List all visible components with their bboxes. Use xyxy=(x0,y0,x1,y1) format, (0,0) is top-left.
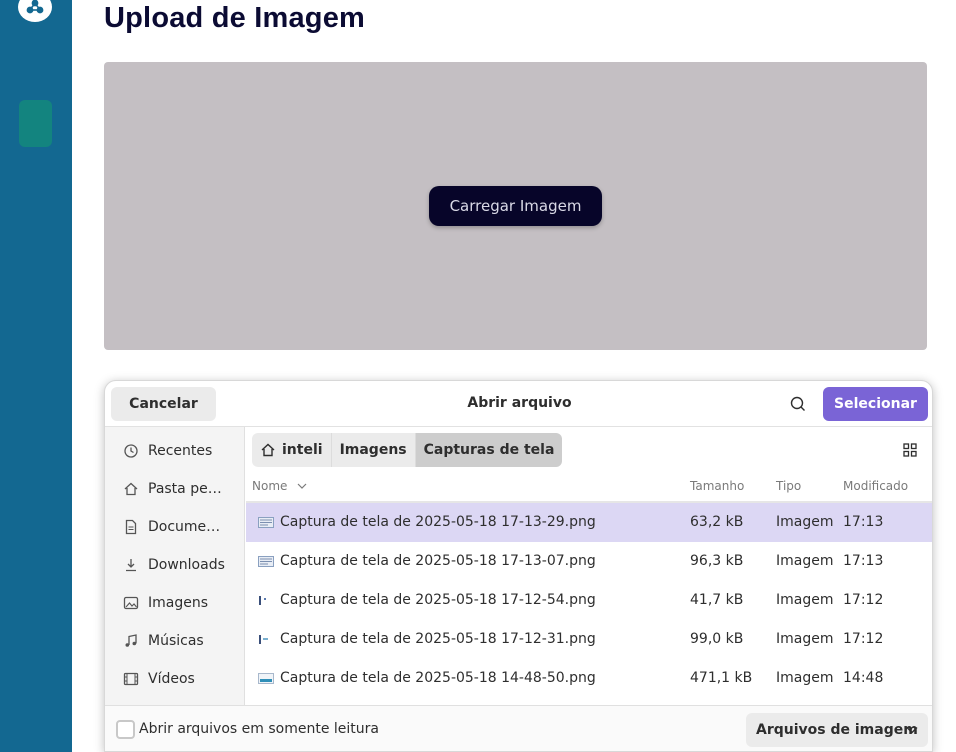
file-row[interactable]: Captura de tela de 2025-05-18 17-12-54.p… xyxy=(246,581,932,620)
place-musicas[interactable]: Músicas xyxy=(105,623,245,659)
column-header-size[interactable]: Tamanho xyxy=(690,479,744,493)
sidebar-nav-item[interactable] xyxy=(19,100,52,147)
file-name: Captura de tela de 2025-05-18 17-13-07.p… xyxy=(280,553,596,569)
column-header-modified[interactable]: Modificado xyxy=(843,479,908,493)
file-type: Imagem xyxy=(776,670,834,686)
file-name: Captura de tela de 2025-05-18 17-12-54.p… xyxy=(280,592,596,608)
file-row[interactable]: Captura de tela de 2025-05-18 17-12-31.p… xyxy=(246,620,932,659)
upload-image-button[interactable]: Carregar Imagem xyxy=(429,186,602,226)
image-file-icon xyxy=(258,556,274,567)
place-documentos[interactable]: Docume… xyxy=(105,509,245,545)
image-file-icon xyxy=(258,673,274,684)
place-recentes[interactable]: Recentes xyxy=(105,433,245,469)
file-modified: 14:48 xyxy=(843,670,884,686)
place-label: Vídeos xyxy=(148,671,195,687)
place-label: Pasta pe… xyxy=(148,481,222,497)
file-type-filter-dropdown[interactable]: Arquivos de imagem xyxy=(746,713,928,747)
file-chooser-dialog: Cancelar Abrir arquivo Selecionar Recent… xyxy=(104,380,933,752)
file-modified: 17:12 xyxy=(843,592,884,608)
place-label: Downloads xyxy=(148,557,225,573)
readonly-label: Abrir arquivos em somente leitura xyxy=(139,721,379,737)
file-type: Imagem xyxy=(776,514,834,530)
document-icon xyxy=(125,519,137,535)
file-name: Captura de tela de 2025-05-18 17-12-31.p… xyxy=(280,631,596,647)
column-header-name[interactable]: Nome xyxy=(252,479,307,493)
place-label: Docume… xyxy=(148,519,221,535)
file-size: 63,2 kB xyxy=(690,514,744,530)
place-label: Imagens xyxy=(148,595,209,611)
file-size: 471,1 kB xyxy=(690,670,753,686)
sort-chevron-icon xyxy=(297,483,307,489)
file-modified: 17:12 xyxy=(843,631,884,647)
place-pasta-pessoal[interactable]: Pasta pe… xyxy=(105,471,245,507)
place-downloads[interactable]: Downloads xyxy=(105,547,245,583)
column-header-type[interactable]: Tipo xyxy=(776,479,801,493)
path-crumb-label: inteli xyxy=(282,442,323,458)
download-icon xyxy=(126,559,136,572)
file-modified: 17:13 xyxy=(843,553,884,569)
path-crumb-imagens[interactable]: Imagens xyxy=(331,433,416,467)
file-type: Imagem xyxy=(776,592,834,608)
file-name: Captura de tela de 2025-05-18 14-48-50.p… xyxy=(280,670,596,686)
dialog-header: Cancelar Abrir arquivo Selecionar xyxy=(105,381,932,427)
home-icon xyxy=(261,443,275,457)
image-drop-area[interactable]: Carregar Imagem xyxy=(104,62,927,350)
grid-view-icon[interactable] xyxy=(901,441,919,459)
place-label: Recentes xyxy=(148,443,213,459)
place-label: Músicas xyxy=(148,633,204,649)
image-file-icon xyxy=(258,517,274,528)
search-icon[interactable] xyxy=(787,393,809,415)
video-icon xyxy=(123,672,139,686)
home-icon xyxy=(124,482,138,496)
page-title: Upload de Imagem xyxy=(104,2,366,34)
column-header-label: Nome xyxy=(252,479,288,493)
app-logo-icon[interactable] xyxy=(18,0,52,22)
file-modified: 17:13 xyxy=(843,514,884,530)
path-crumb-home[interactable]: inteli xyxy=(252,433,332,467)
readonly-checkbox[interactable] xyxy=(116,720,135,739)
file-name: Captura de tela de 2025-05-18 17-13-29.p… xyxy=(280,514,596,530)
image-file-icon xyxy=(259,596,266,605)
file-size: 99,0 kB xyxy=(690,631,744,647)
path-crumb-label: Capturas de tela xyxy=(423,442,555,458)
app-sidebar xyxy=(0,0,72,752)
music-icon xyxy=(125,634,137,647)
filter-label: Arquivos de imagem xyxy=(756,722,918,738)
select-button[interactable]: Selecionar xyxy=(823,387,928,421)
places-sidebar: Recentes Pasta pe… Docume… Downloads Ima… xyxy=(105,427,245,705)
chevron-down-icon xyxy=(906,727,918,734)
image-file-icon xyxy=(259,635,268,644)
file-type: Imagem xyxy=(776,631,834,647)
file-row[interactable]: Captura de tela de 2025-05-18 17-13-07.p… xyxy=(246,542,932,581)
file-type: Imagem xyxy=(776,553,834,569)
file-size: 41,7 kB xyxy=(690,592,744,608)
image-icon xyxy=(123,596,139,610)
path-bar: inteli Imagens Capturas de tela xyxy=(252,433,563,467)
file-size: 96,3 kB xyxy=(690,553,744,569)
place-imagens[interactable]: Imagens xyxy=(105,585,245,621)
file-row[interactable]: Captura de tela de 2025-05-18 17-13-29.p… xyxy=(246,503,932,542)
path-crumb-label: Imagens xyxy=(339,442,407,458)
file-row[interactable]: Captura de tela de 2025-05-18 14-48-50.p… xyxy=(246,659,932,698)
place-videos[interactable]: Vídeos xyxy=(105,661,245,697)
dialog-footer: Abrir arquivos em somente leitura Arquiv… xyxy=(105,705,932,751)
clock-icon xyxy=(124,444,138,458)
path-crumb-capturas[interactable]: Capturas de tela xyxy=(415,433,563,467)
